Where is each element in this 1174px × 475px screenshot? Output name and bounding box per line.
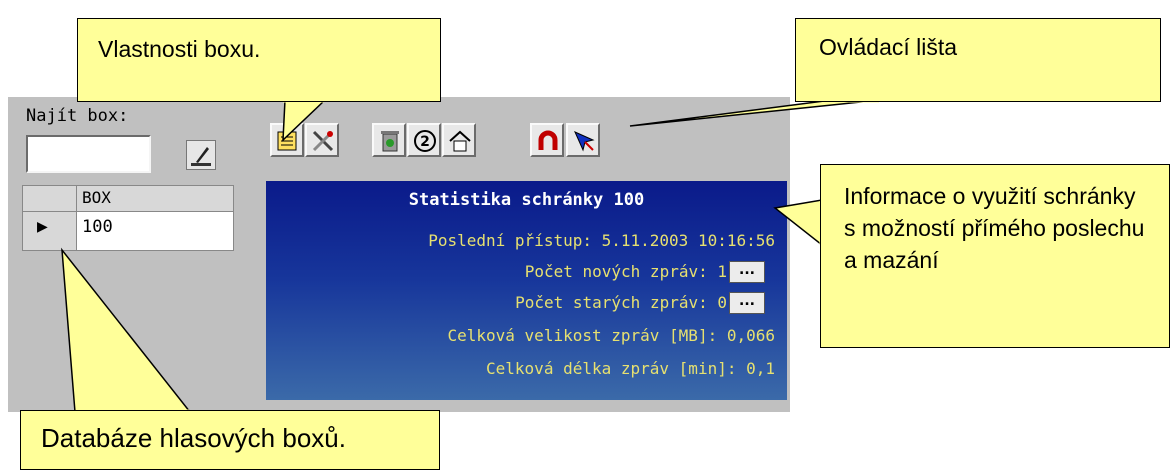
callout-toolbar: Ovládací lišta [795,18,1161,102]
callout-box-properties: Vlastnosti boxu. [77,18,441,102]
find-box-input[interactable] [26,135,151,173]
tools-icon [312,130,334,152]
number-2-icon: 2 [414,130,436,152]
cursor-icon [574,131,595,152]
house-icon [449,130,471,152]
grid-corner [23,186,77,212]
grid-header-box: BOX [77,186,233,212]
magnet-icon [538,130,558,150]
find-box-label: Najít box: [26,106,129,126]
home-button[interactable] [442,123,476,157]
svg-text:2: 2 [420,134,430,150]
box-database-grid[interactable]: BOX ▶ 100 [22,185,234,251]
play-old-messages-button[interactable]: ... [729,292,765,314]
callout-mailbox-info: Informace o využití schránky s možností … [820,164,1170,348]
play-new-messages-button[interactable]: ... [729,261,765,283]
number-two-button[interactable]: 2 [407,123,441,157]
total-size-text: Celková velikost zpráv [MB]: 0,066 [447,326,775,345]
recycle-icon [381,131,399,152]
mailbox-statistics-panel: Statistika schránky 100 Poslední přístup… [266,181,787,400]
box-properties-icon [277,131,297,151]
row-selector-icon[interactable]: ▶ [23,212,77,250]
total-length-text: Celková délka zpráv [min]: 0,1 [486,359,775,378]
callout-box-database: Databáze hlasových boxů. [20,410,440,470]
new-messages-text: Počet nových zpráv: 1 [524,262,727,281]
cursor-button[interactable] [566,123,600,157]
statistics-title: Statistika schránky 100 [408,190,645,210]
recycle-button[interactable] [372,123,406,157]
box-properties-button[interactable] [270,123,304,157]
magnet-button[interactable] [530,123,564,157]
old-messages-text: Počet starých zpráv: 0 [515,293,727,312]
edit-icon [191,147,211,166]
last-access-text: Poslední přístup: 5.11.2003 10:16:56 [428,231,775,250]
grid-cell-box[interactable]: 100 [77,212,233,250]
tools-button[interactable] [305,123,339,157]
find-box-button[interactable] [186,140,216,170]
